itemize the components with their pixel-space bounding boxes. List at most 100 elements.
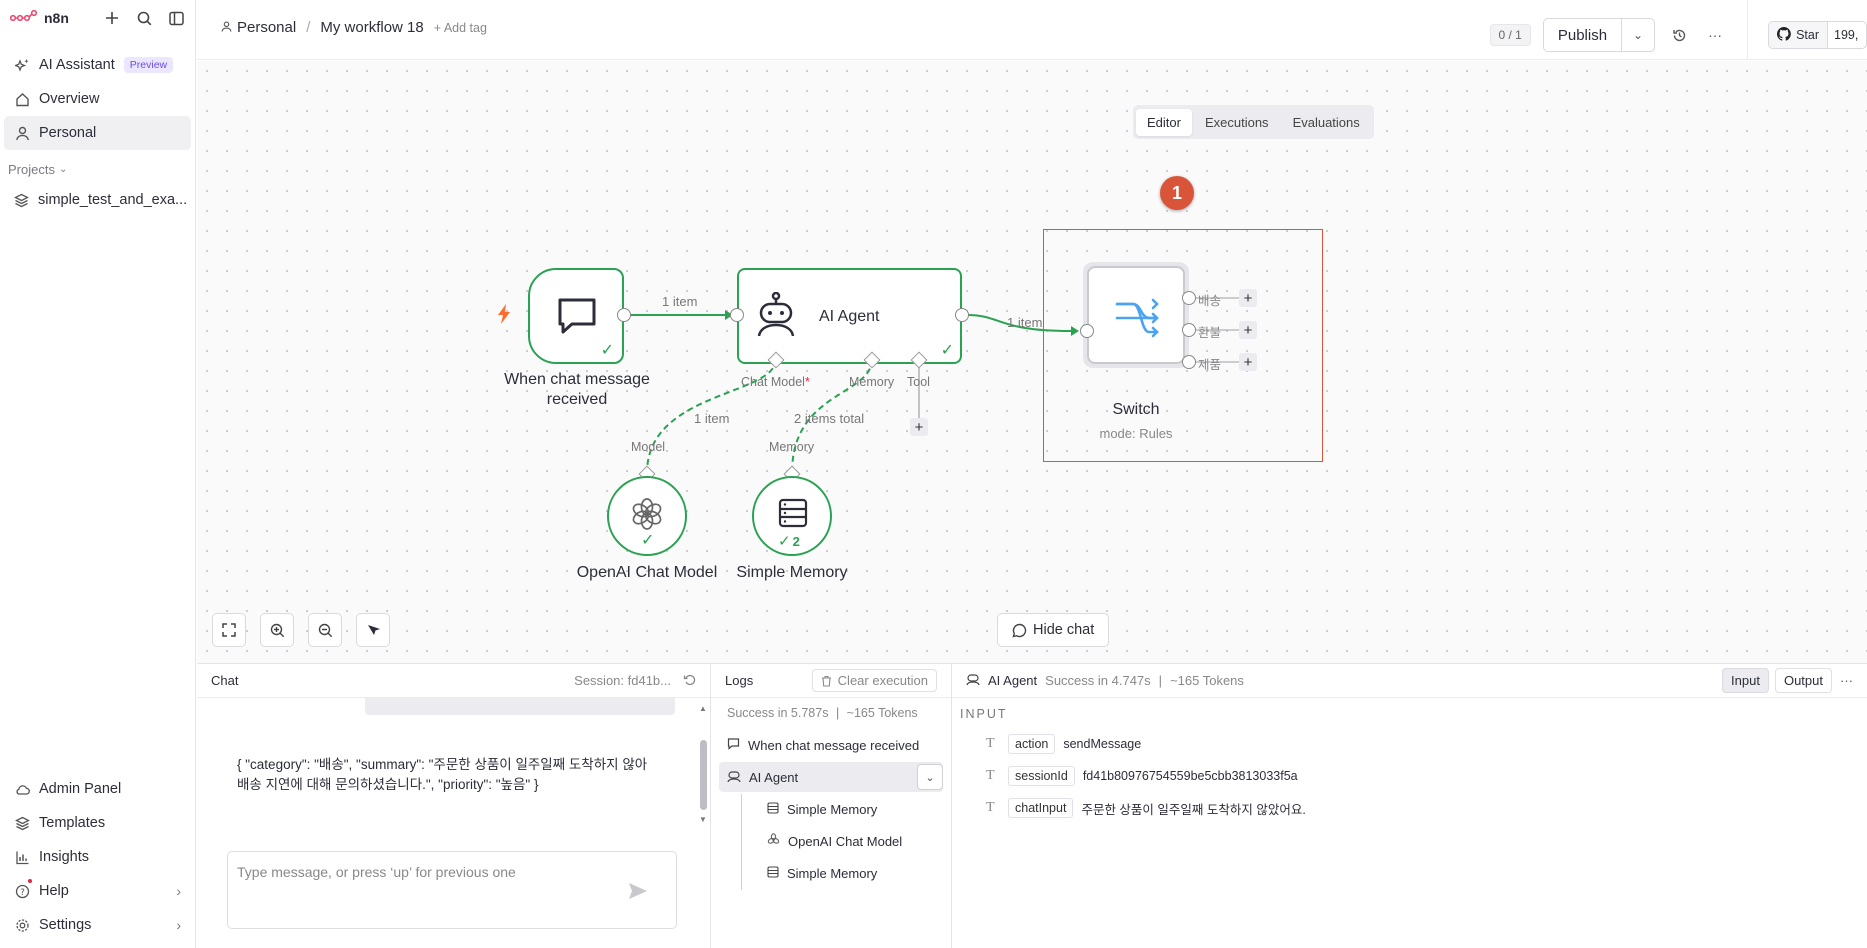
history-icon[interactable] [1667,23,1691,47]
zoom-in-button[interactable] [260,613,294,647]
workflow-canvas[interactable]: Editor Executions Evaluations ✓ When cha… [197,61,1867,663]
node-ai-agent[interactable]: AI Agent ✓ [737,268,962,364]
connections [630,297,1243,474]
input-output-toggle: Input Output [1722,668,1832,693]
add-node-button[interactable]: + [1239,353,1257,371]
field-value[interactable]: sendMessage [1063,737,1141,751]
sidebar-item-personal[interactable]: Personal [4,116,191,150]
chat-input[interactable]: Type message, or press ‘up’ for previous… [227,851,677,929]
agent-input-port[interactable] [730,308,744,322]
breadcrumb-separator: / [306,19,311,36]
workflow-name[interactable]: My workflow 18 [320,19,423,36]
add-icon[interactable] [103,9,121,27]
add-node-button[interactable]: + [1239,321,1257,339]
field-value[interactable]: fd41b80976754559be5cbb3813033f5a [1083,769,1298,783]
github-star-label: Star [1796,28,1819,42]
log-row-simple-memory-2[interactable]: Simple Memory [719,858,943,888]
agent-output-port[interactable] [955,308,969,322]
add-tag-link[interactable]: + Add tag [434,21,487,35]
trigger-output-port[interactable] [617,308,631,322]
sidebar-toggle-icon[interactable] [167,9,185,27]
scroll-down-arrow[interactable]: ▼ [699,815,707,824]
sidebar-item-settings[interactable]: Settings › [4,908,191,942]
sidebar: n8n AI Assistant Preview Overview Person… [0,0,196,948]
chat-scrollbar[interactable]: ▲ ▼ [699,704,708,824]
tidy-up-button[interactable] [356,613,390,647]
clear-execution-button[interactable]: Clear execution [811,669,937,692]
more-options-icon[interactable]: ··· [1840,673,1853,688]
search-icon[interactable] [135,9,153,27]
chat-model-port-label: Chat Model* [741,375,810,389]
projects-section-header[interactable]: Projects ⌄ [0,162,195,177]
switch-output-port-1[interactable] [1182,291,1196,305]
chat-message: { "category": "배송", "summary": "주문한 상품이 … [237,757,648,792]
add-tool-button[interactable]: + [910,418,928,436]
field-value[interactable]: 주문한 상품이 일주일째 도착하지 않았어요. [1081,799,1305,818]
switch-node-subtitle: mode: Rules [1099,426,1173,441]
zoom-in-icon [270,623,284,637]
node-chat-trigger[interactable]: ✓ [528,268,624,364]
tab-editor[interactable]: Editor [1136,108,1192,136]
sidebar-item-label: Settings [39,917,92,933]
switch-input-port[interactable] [1080,324,1094,338]
previous-message-bubble [365,698,675,715]
scrollbar-thumb[interactable] [700,740,707,810]
sidebar-item-label: Overview [39,91,100,107]
sidebar-item-help[interactable]: ? Help › [4,874,191,908]
collapse-chevron-icon[interactable]: ⌄ [917,764,943,790]
trigger-node-label: When chat message received [504,371,650,408]
send-icon[interactable] [628,882,648,905]
sidebar-item-insights[interactable]: Insights [4,840,191,874]
reset-session-icon[interactable] [683,673,696,689]
github-star-button[interactable]: Star 199, [1768,21,1867,49]
node-openai-chat-model[interactable]: ✓ [607,476,687,556]
bar-chart-icon [14,849,30,865]
version-counter: 0 / 1 [1489,24,1531,46]
input-tab-button[interactable]: Input [1722,668,1769,693]
publish-button[interactable]: Publish [1544,19,1623,51]
github-star: Star [1769,22,1828,48]
separator: | [835,706,840,720]
tab-evaluations[interactable]: Evaluations [1282,109,1371,136]
switch-output-port-2[interactable] [1182,323,1196,337]
tab-executions[interactable]: Executions [1194,109,1280,136]
hide-chat-button[interactable]: Hide chat [997,613,1110,647]
node-simple-memory[interactable]: ✓ 2 [752,476,832,556]
zoom-out-button[interactable] [308,613,342,647]
sidebar-item-templates[interactable]: Templates [4,806,191,840]
sidebar-item-ai-assistant[interactable]: AI Assistant Preview [4,48,191,82]
switch-icon [1115,298,1161,341]
success-check-icon: ✓ 2 [778,533,800,550]
edge-label-model-agent: 1 item [694,411,730,426]
n8n-logo[interactable]: n8n [9,9,69,27]
sidebar-item-overview[interactable]: Overview [4,82,191,116]
node-detail-panel: AI Agent Success in 4.747s | ~165 Tokens… [952,663,1867,948]
memory-node-port-label: Memory [769,440,815,454]
fit-view-button[interactable] [212,613,246,647]
log-row-openai[interactable]: OpenAI Chat Model [719,826,943,856]
publish-dropdown-chevron-icon[interactable]: ⌄ [1622,19,1654,51]
log-row-trigger[interactable]: When chat message received [719,730,943,760]
output-tab-button[interactable]: Output [1774,668,1832,693]
edge-label-trigger-agent: 1 item [662,294,698,309]
switch-output-port-3[interactable] [1182,355,1196,369]
chat-session-id[interactable]: Session: fd41b... [574,673,671,688]
github-icon [1777,26,1791,44]
log-row-ai-agent[interactable]: AI Agent ⌄ [719,762,943,792]
run-count: 2 [792,534,800,549]
input-field-sessionid: T sessionId fd41b80976754559be5cbb381303… [986,766,1298,786]
tool-port-label: Tool [907,375,930,389]
notification-dot [28,879,32,883]
node-switch[interactable] [1087,266,1185,364]
zoom-out-icon [318,623,332,637]
sidebar-item-label: Personal [39,125,97,141]
log-row-simple-memory[interactable]: Simple Memory [719,794,943,824]
sidebar-item-project[interactable]: simple_test_and_exa... [4,183,191,217]
more-options-icon[interactable]: ··· [1703,23,1727,47]
layers-icon [14,192,29,208]
sidebar-item-admin-panel[interactable]: Admin Panel [4,772,191,806]
breadcrumb-project[interactable]: Personal [221,19,296,36]
model-port-label: Model [631,440,666,454]
add-node-button[interactable]: + [1239,289,1257,307]
scroll-up-arrow[interactable]: ▲ [699,704,707,713]
